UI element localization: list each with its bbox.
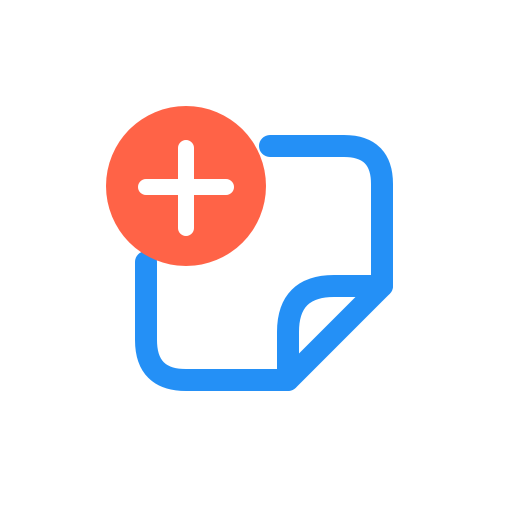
add-note-icon (106, 106, 393, 391)
icon-canvas (0, 0, 512, 512)
plus-badge-icon (106, 106, 266, 266)
